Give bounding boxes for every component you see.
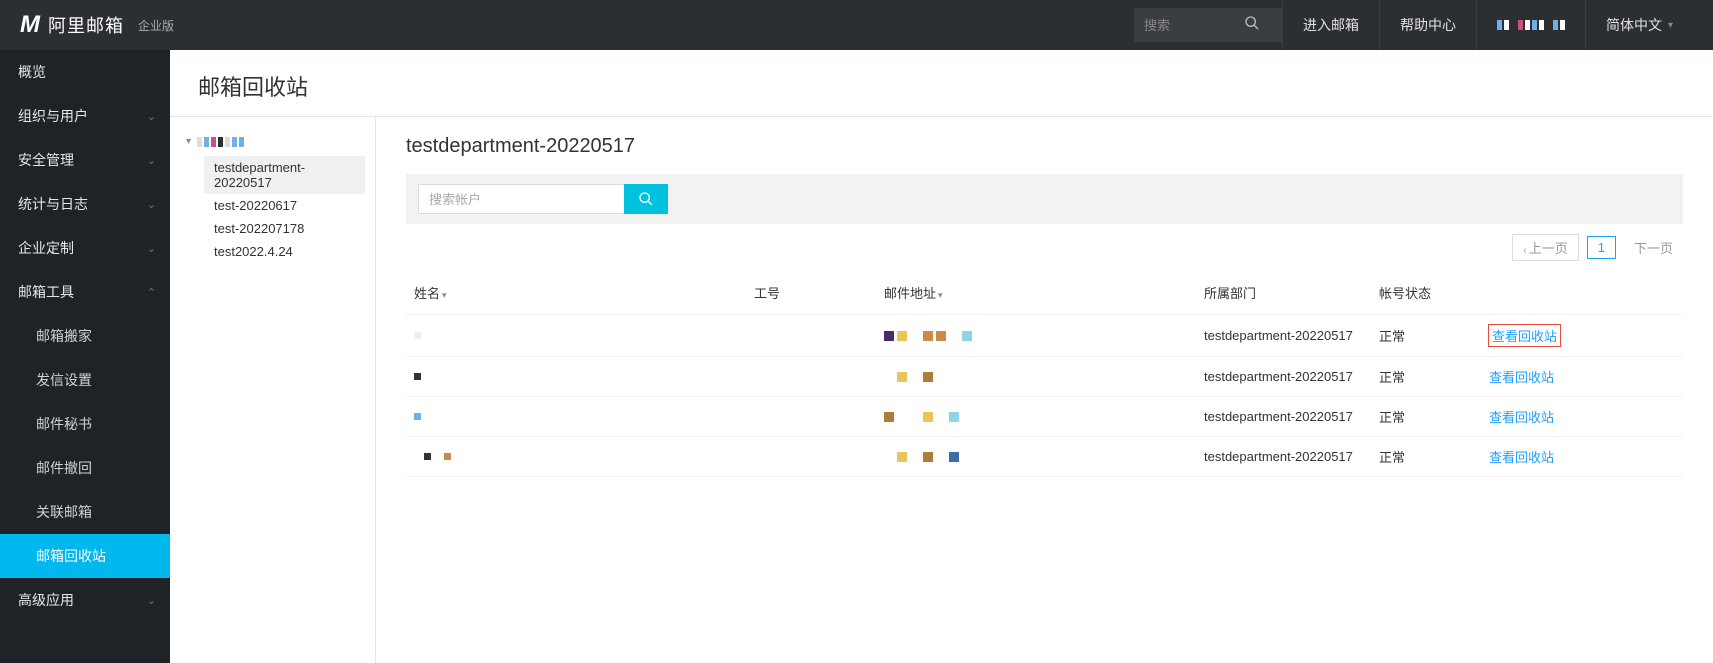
logo-subtext: 企业版 [138, 17, 174, 34]
cell-name [414, 332, 738, 339]
chevron-down-icon: ▾ [1668, 20, 1673, 31]
pager-page[interactable]: 1 [1587, 236, 1616, 259]
pager-prev-label: 上一页 [1529, 241, 1568, 256]
accounts-table: 姓名▾ 工号 邮件地址▾ 所属部门 帐号状态 [406, 271, 1683, 477]
cell-name [414, 453, 738, 460]
sidenav-custom-label: 企业定制 [18, 238, 74, 258]
dept-tree: ▾ testdepartment-20220517 test-20220617 … [170, 117, 376, 663]
chevron-down-icon: ⌄ [147, 198, 156, 211]
col-dept: 所属部门 [1196, 271, 1371, 315]
chevron-left-icon: ‹ [1523, 245, 1526, 256]
cell-email [884, 412, 1188, 422]
panel: testdepartment-20220517 ‹上一页 1 下一页 [376, 117, 1713, 663]
col-action [1481, 271, 1683, 315]
cell-status: 正常 [1371, 357, 1481, 397]
cell-name [414, 413, 738, 420]
cell-status: 正常 [1371, 315, 1481, 357]
cell-email [884, 452, 1188, 462]
cell-dept: testdepartment-20220517 [1196, 437, 1371, 477]
sort-icon: ▾ [938, 290, 943, 300]
tree-root[interactable]: ▾ [180, 133, 365, 150]
table-row: testdepartment-20220517 正常 查看回收站 [406, 357, 1683, 397]
table-row: testdepartment-20220517 正常 查看回收站 [406, 397, 1683, 437]
sidenav-send-settings[interactable]: 发信设置 [0, 358, 170, 402]
sidenav-secretary[interactable]: 邮件秘书 [0, 402, 170, 446]
sidenav-overview[interactable]: 概览 [0, 50, 170, 94]
view-recycle-link[interactable]: 查看回收站 [1489, 447, 1554, 466]
global-search[interactable] [1134, 8, 1282, 42]
col-email[interactable]: 邮件地址▾ [876, 271, 1196, 315]
chevron-down-icon: ⌄ [147, 110, 156, 123]
col-empno: 工号 [746, 271, 876, 315]
search-icon[interactable] [1244, 15, 1260, 36]
sidenav-stats-logs-label: 统计与日志 [18, 194, 88, 214]
pager-next[interactable]: 下一页 [1624, 235, 1683, 260]
cell-status: 正常 [1371, 437, 1481, 477]
chevron-down-icon: ⌄ [147, 242, 156, 255]
cell-name [414, 373, 738, 380]
nav-language-label: 简体中文 [1606, 15, 1662, 35]
cell-dept: testdepartment-20220517 [1196, 397, 1371, 437]
tree-child[interactable]: test2022.4.24 [204, 240, 365, 263]
cell-dept: testdepartment-20220517 [1196, 315, 1371, 357]
sidenav-org-users[interactable]: 组织与用户 ⌄ [0, 94, 170, 138]
tree-child[interactable]: test-202207178 [204, 217, 365, 240]
sidenav-linked[interactable]: 关联邮箱 [0, 490, 170, 534]
table-row: testdepartment-20220517 正常 查看回收站 [406, 437, 1683, 477]
col-name[interactable]: 姓名▾ [406, 271, 746, 315]
view-recycle-link[interactable]: 查看回收站 [1489, 407, 1554, 426]
sidenav-advanced[interactable]: 高级应用 ⌄ [0, 578, 170, 622]
logo-text: 阿里邮箱 [48, 12, 124, 38]
sidenav-stats-logs[interactable]: 统计与日志 ⌄ [0, 182, 170, 226]
top-nav: 进入邮箱 帮助中心 简体中文 ▾ [1282, 0, 1693, 50]
tree-root-label [197, 137, 244, 147]
tree-child[interactable]: testdepartment-20220517 [204, 156, 365, 194]
chevron-up-icon: ⌃ [147, 286, 156, 299]
search-icon [638, 191, 654, 207]
sidenav-recall[interactable]: 邮件撤回 [0, 446, 170, 490]
pager-prev[interactable]: ‹上一页 [1512, 234, 1578, 261]
cell-dept: testdepartment-20220517 [1196, 357, 1371, 397]
nav-help[interactable]: 帮助中心 [1379, 0, 1476, 50]
sidenav-migrate[interactable]: 邮箱搬家 [0, 314, 170, 358]
topbar: M 阿里邮箱 企业版 进入邮箱 帮助中心 简体中文 ▾ [0, 0, 1713, 50]
chevron-down-icon: ⌄ [147, 154, 156, 167]
cell-email [884, 372, 1188, 382]
sort-icon: ▾ [442, 290, 447, 300]
triangle-down-icon: ▾ [186, 136, 191, 147]
table-row: testdepartment-20220517 正常 查看回收站 [406, 315, 1683, 357]
sidenav-mail-tools[interactable]: 邮箱工具 ⌃ [0, 270, 170, 314]
sidenav: 概览 组织与用户 ⌄ 安全管理 ⌄ 统计与日志 ⌄ 企业定制 ⌄ 邮箱工具 ⌃ … [0, 50, 170, 663]
main: 邮箱回收站 ▾ testdepartment-20220517 test-202… [170, 50, 1713, 663]
pager: ‹上一页 1 下一页 [406, 234, 1683, 261]
panel-title: testdepartment-20220517 [406, 135, 1683, 158]
col-status: 帐号状态 [1371, 271, 1481, 315]
sidenav-security[interactable]: 安全管理 ⌄ [0, 138, 170, 182]
account-search-button[interactable] [624, 184, 668, 214]
sidenav-advanced-label: 高级应用 [18, 590, 74, 610]
logo-mark: M [20, 11, 40, 39]
chevron-down-icon: ⌄ [147, 594, 156, 607]
sidenav-org-users-label: 组织与用户 [18, 106, 88, 126]
cell-status: 正常 [1371, 397, 1481, 437]
sidenav-recycle[interactable]: 邮箱回收站 [0, 534, 170, 578]
cell-email [884, 331, 1188, 341]
account-search-input[interactable] [418, 184, 624, 214]
view-recycle-link[interactable]: 查看回收站 [1489, 325, 1560, 346]
account-search-bar [406, 174, 1683, 224]
nav-enter-mail[interactable]: 进入邮箱 [1282, 0, 1379, 50]
view-recycle-link[interactable]: 查看回收站 [1489, 367, 1554, 386]
sidenav-mail-tools-label: 邮箱工具 [18, 282, 74, 302]
table-header-row: 姓名▾ 工号 邮件地址▾ 所属部门 帐号状态 [406, 271, 1683, 315]
nav-user[interactable] [1476, 0, 1585, 50]
global-search-input[interactable] [1144, 18, 1244, 33]
tree-child[interactable]: test-20220617 [204, 194, 365, 217]
nav-language[interactable]: 简体中文 ▾ [1585, 0, 1693, 50]
page-title: 邮箱回收站 [170, 50, 1713, 117]
logo: M 阿里邮箱 企业版 [20, 11, 174, 39]
sidenav-security-label: 安全管理 [18, 150, 74, 170]
sidenav-custom[interactable]: 企业定制 ⌄ [0, 226, 170, 270]
